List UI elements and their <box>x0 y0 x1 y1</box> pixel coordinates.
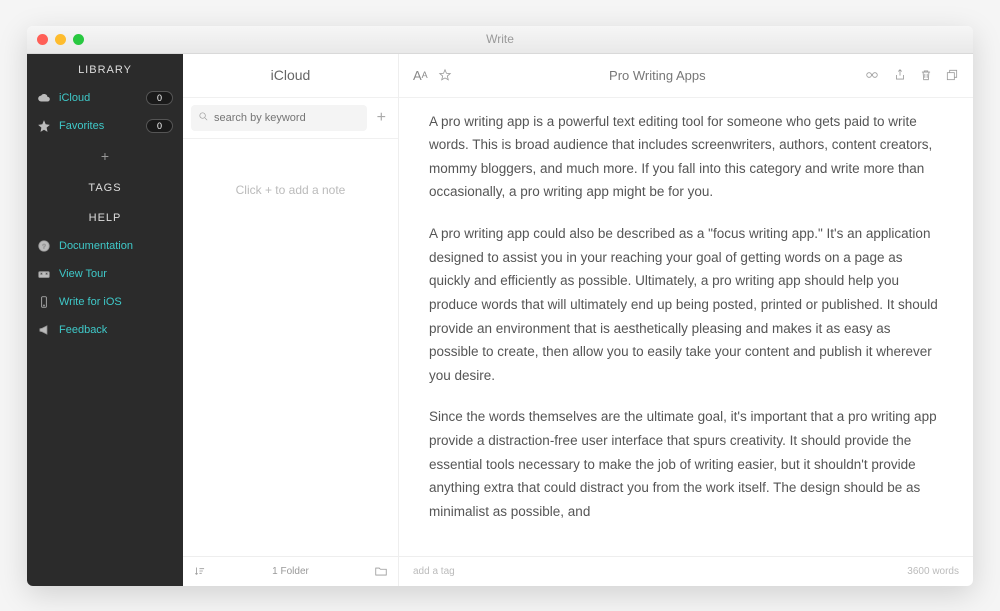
sort-icon[interactable] <box>193 564 207 578</box>
notes-empty-text: Click + to add a note <box>183 139 398 556</box>
editor-body[interactable]: A pro writing app is a powerful text edi… <box>399 98 973 556</box>
sidebar-item-icloud[interactable]: iCloud 0 <box>27 84 183 112</box>
app-body: LIBRARY iCloud 0 Favorites 0 + TAGS HELP <box>27 54 973 586</box>
sidebar-header-tags: TAGS <box>27 172 183 202</box>
sidebar-item-write-ios[interactable]: Write for iOS <box>27 288 183 316</box>
search-input[interactable] <box>214 112 360 124</box>
tag-input[interactable]: add a tag <box>413 566 455 577</box>
search-icon <box>198 109 209 127</box>
sidebar-item-label: View Tour <box>59 268 173 280</box>
count-badge: 0 <box>146 91 173 105</box>
question-icon: ? <box>37 239 51 253</box>
word-count: 3600 words <box>907 566 959 577</box>
editor-header-right <box>863 68 959 82</box>
sidebar-item-documentation[interactable]: ? Documentation <box>27 232 183 260</box>
share-icon[interactable] <box>893 68 907 82</box>
popout-icon[interactable] <box>945 68 959 82</box>
sidebar-item-label: Favorites <box>59 120 138 132</box>
star-icon <box>37 119 51 133</box>
folder-icon[interactable] <box>374 564 388 578</box>
sidebar-item-feedback[interactable]: Feedback <box>27 316 183 344</box>
window-controls <box>37 34 84 45</box>
editor-pane: AA Pro Writing Apps <box>399 54 973 586</box>
tour-icon <box>37 267 51 281</box>
sidebar-header-library: LIBRARY <box>27 54 183 84</box>
svg-text:?: ? <box>42 243 46 250</box>
minimize-window-button[interactable] <box>55 34 66 45</box>
sidebar-item-label: iCloud <box>59 92 138 104</box>
paragraph: A pro writing app could also be describe… <box>429 222 943 387</box>
paragraph: Since the words themselves are the ultim… <box>429 405 943 523</box>
document-title: Pro Writing Apps <box>462 68 853 83</box>
search-wrap <box>191 105 367 131</box>
sidebar-header-help: HELP <box>27 202 183 232</box>
sidebar: LIBRARY iCloud 0 Favorites 0 + TAGS HELP <box>27 54 183 586</box>
search-row: + <box>183 98 398 139</box>
notes-column: iCloud + Click + to add a note 1 Folder <box>183 54 399 586</box>
megaphone-icon <box>37 323 51 337</box>
add-note-button[interactable]: + <box>373 109 390 127</box>
editor-header: AA Pro Writing Apps <box>399 54 973 98</box>
count-badge: 0 <box>146 119 173 133</box>
font-icon[interactable]: AA <box>413 68 428 83</box>
glasses-icon[interactable] <box>863 68 881 82</box>
cloud-icon <box>37 91 51 105</box>
sidebar-item-favorites[interactable]: Favorites 0 <box>27 112 183 140</box>
sidebar-item-label: Feedback <box>59 324 173 336</box>
editor-footer: add a tag 3600 words <box>399 556 973 586</box>
phone-icon <box>37 295 51 309</box>
notes-footer: 1 Folder <box>183 556 398 586</box>
zoom-window-button[interactable] <box>73 34 84 45</box>
app-window: Write LIBRARY iCloud 0 Favorites 0 + TAG… <box>27 26 973 586</box>
sidebar-item-label: Documentation <box>59 240 173 252</box>
window-title: Write <box>27 32 973 46</box>
paragraph: A pro writing app is a powerful text edi… <box>429 110 943 205</box>
sidebar-item-view-tour[interactable]: View Tour <box>27 260 183 288</box>
titlebar: Write <box>27 26 973 54</box>
folder-count: 1 Folder <box>207 566 374 577</box>
favorite-star-icon[interactable] <box>438 68 452 82</box>
editor-header-left: AA <box>413 68 452 83</box>
notes-title: iCloud <box>183 54 398 98</box>
close-window-button[interactable] <box>37 34 48 45</box>
sidebar-item-label: Write for iOS <box>59 296 173 308</box>
trash-icon[interactable] <box>919 68 933 82</box>
add-library-button[interactable]: + <box>27 140 183 172</box>
